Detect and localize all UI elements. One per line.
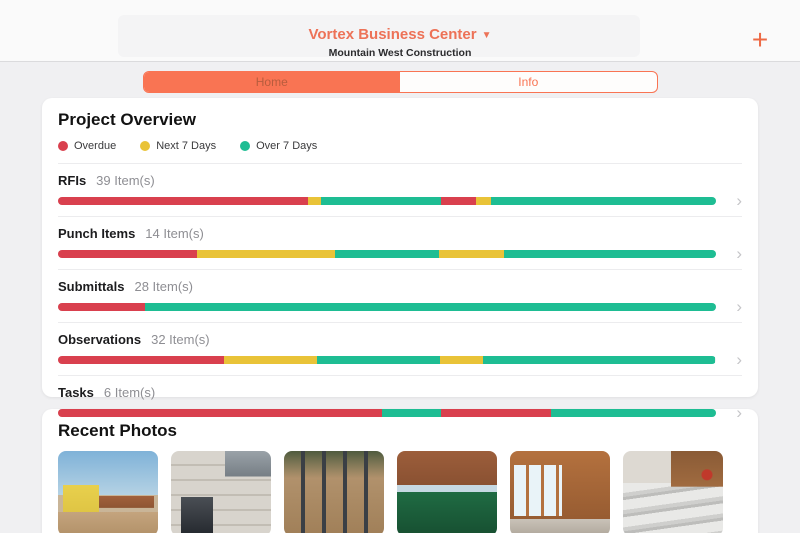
legend-dot-icon xyxy=(240,141,251,151)
bar-wrap: › xyxy=(58,245,742,262)
row-head: Observations 32 Item(s) xyxy=(58,332,742,347)
legend-label: Overdue xyxy=(74,140,117,152)
row-name: Punch Items xyxy=(58,226,136,241)
row-count: 6 Item(s) xyxy=(103,385,156,400)
legend-dot-icon xyxy=(140,141,151,151)
project-title: Vortex Business Center xyxy=(308,26,477,43)
legend-item: Over 7 Days xyxy=(240,140,317,152)
bar-segment-over_7_days xyxy=(382,409,441,417)
tab-info[interactable]: Info xyxy=(400,72,657,92)
bar-segment-over_7_days xyxy=(335,250,439,258)
bar-segment-overdue xyxy=(58,409,383,417)
legend-dot-icon xyxy=(58,141,68,151)
bar-segment-over_7_days xyxy=(490,197,716,205)
recent-photos-card: Recent Photos xyxy=(42,409,758,533)
segmented-control: Home Info xyxy=(142,71,658,93)
bar-segment-next_7_days xyxy=(197,250,335,258)
row-name: Submittals xyxy=(58,279,125,294)
bar-segment-next_7_days xyxy=(440,356,484,364)
row-count: 32 Item(s) xyxy=(151,332,210,347)
status-bar xyxy=(58,356,716,364)
status-bar xyxy=(58,250,716,258)
photo-strip xyxy=(58,451,742,533)
row-name: RFIs xyxy=(58,173,87,188)
bar-wrap: › xyxy=(58,351,742,368)
status-legend: Overdue Next 7 Days Over 7 Days xyxy=(58,140,742,163)
legend-label: Next 7 Days xyxy=(156,140,217,152)
bar-segment-next_7_days xyxy=(308,197,321,205)
bar-segment-over_7_days xyxy=(316,356,441,364)
photo-green-dumpster[interactable] xyxy=(397,451,497,533)
bar-wrap: › xyxy=(58,192,742,209)
chevron-down-icon: ▼ xyxy=(481,30,492,41)
overview-row-observations[interactable]: Observations 32 Item(s) › xyxy=(58,322,742,375)
bar-segment-over_7_days xyxy=(551,409,716,417)
bar-segment-overdue xyxy=(58,250,198,258)
chevron-right-icon[interactable]: › xyxy=(716,404,742,421)
chevron-right-icon[interactable]: › xyxy=(716,298,742,315)
row-head: Punch Items 14 Item(s) xyxy=(58,226,742,241)
bar-segment-overdue xyxy=(58,303,145,311)
project-title-dropdown[interactable]: Vortex Business Center ▼ xyxy=(308,26,491,43)
bar-segment-next_7_days xyxy=(475,197,491,205)
bar-segment-overdue xyxy=(440,409,552,417)
project-overview-card: Project Overview Overdue Next 7 Days Over … xyxy=(42,98,758,421)
legend-item: Next 7 Days xyxy=(140,140,216,152)
row-name: Observations xyxy=(58,332,142,347)
add-button[interactable]: + xyxy=(746,26,774,54)
tab-home[interactable]: Home xyxy=(143,72,400,92)
overview-row-submittals[interactable]: Submittals 28 Item(s) › xyxy=(58,269,742,322)
app-header: Vortex Business Center ▼ Mountain West C… xyxy=(0,0,800,62)
legend-label: Over 7 Days xyxy=(256,140,318,152)
bar-wrap: › xyxy=(58,404,742,421)
row-head: Submittals 28 Item(s) xyxy=(58,279,742,294)
photo-block-wall-electrical-panel[interactable] xyxy=(171,451,271,533)
bar-segment-over_7_days xyxy=(483,356,716,364)
chevron-right-icon[interactable]: › xyxy=(716,351,742,368)
bar-segment-overdue xyxy=(440,197,476,205)
photo-wood-framing-interior[interactable] xyxy=(510,451,610,533)
row-count: 39 Item(s) xyxy=(96,173,155,188)
row-count: 28 Item(s) xyxy=(134,279,193,294)
status-bar xyxy=(58,197,716,205)
status-bar xyxy=(58,303,716,311)
bar-segment-over_7_days xyxy=(320,197,441,205)
company-name: Mountain West Construction xyxy=(328,47,472,59)
bar-wrap: › xyxy=(58,298,742,315)
legend-item: Overdue xyxy=(58,140,116,152)
row-head: RFIs 39 Item(s) xyxy=(58,173,742,188)
bar-segment-next_7_days xyxy=(438,250,505,258)
project-switcher: Vortex Business Center ▼ Mountain West C… xyxy=(0,26,800,59)
overview-row-rfis[interactable]: RFIs 39 Item(s) › xyxy=(58,163,742,216)
bar-segment-over_7_days xyxy=(504,250,716,258)
row-name: Tasks xyxy=(58,385,94,400)
photo-drywall-stacks[interactable] xyxy=(623,451,723,533)
chevron-right-icon[interactable]: › xyxy=(716,192,742,209)
bar-segment-overdue xyxy=(58,197,309,205)
bar-segment-next_7_days xyxy=(224,356,317,364)
row-head: Tasks 6 Item(s) xyxy=(58,385,742,400)
photo-yellow-building-exterior[interactable] xyxy=(58,451,158,533)
bar-segment-over_7_days xyxy=(144,303,716,311)
photo-scaffolding[interactable] xyxy=(284,451,384,533)
status-bar xyxy=(58,409,716,417)
chevron-right-icon[interactable]: › xyxy=(716,245,742,262)
bar-segment-overdue xyxy=(58,356,225,364)
row-count: 14 Item(s) xyxy=(145,226,204,241)
project-overview-title: Project Overview xyxy=(58,110,196,129)
overview-rows: RFIs 39 Item(s) › Punch Items 14 Item(s) › Sub… xyxy=(58,163,742,428)
overview-row-punch-items[interactable]: Punch Items 14 Item(s) › xyxy=(58,216,742,269)
